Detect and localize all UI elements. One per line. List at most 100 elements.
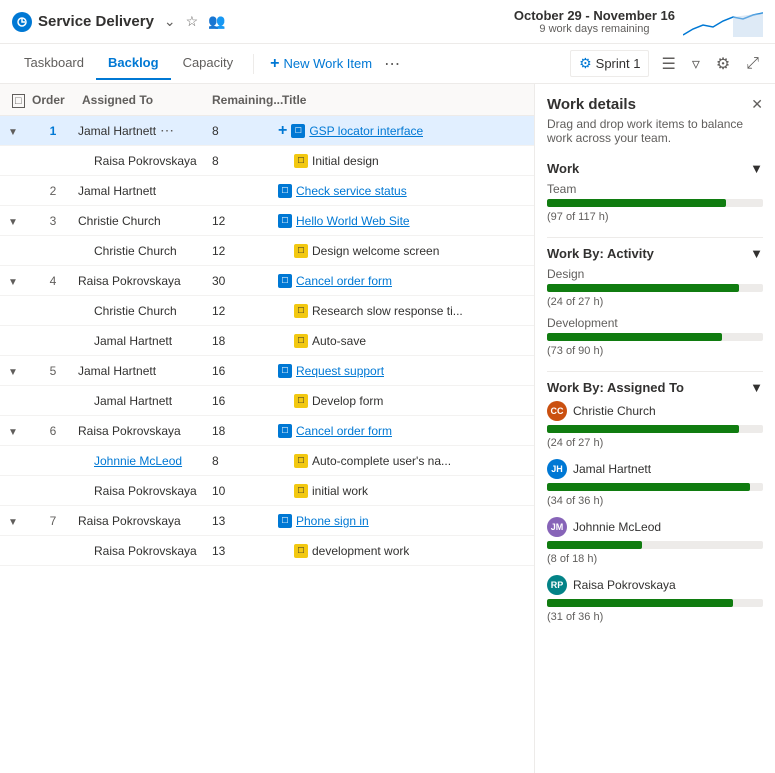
story-icon: ☐ [278, 184, 292, 198]
table-row[interactable]: ▼ 6 Raisa Pokrovskaya 18 ☐ Cancel order … [0, 416, 534, 446]
activity-section-label: Work By: Activity [547, 246, 654, 261]
tab-backlog[interactable]: Backlog [96, 47, 171, 80]
assigned-collapse-icon[interactable]: ▼ [750, 380, 763, 395]
tab-capacity[interactable]: Capacity [171, 47, 246, 80]
team-label: Team [547, 182, 763, 196]
table-row[interactable]: Christie Church 12 ☐ Design welcome scre… [0, 236, 534, 266]
table-row[interactable]: ▼ 1 Jamal Hartnett ⋯ 8 + ☐ GSP locator i… [0, 116, 534, 146]
header-checkbox[interactable]: □ [8, 93, 28, 107]
row-remaining-c3: 12 [208, 244, 278, 258]
tab-taskboard[interactable]: Taskboard [12, 47, 96, 80]
table-row[interactable]: Raisa Pokrovskaya 10 ☐ initial work [0, 476, 534, 506]
new-work-item-button[interactable]: + New Work Item [262, 51, 380, 77]
close-panel-button[interactable]: ✕ [751, 96, 763, 113]
row-expand-1[interactable]: ▼ [8, 123, 28, 138]
person-row-jh: JH Jamal Hartnett [547, 459, 763, 479]
chevron-down-icon[interactable]: ⌄ [164, 13, 176, 30]
assigned-section-header[interactable]: Work By: Assigned To ▼ [547, 380, 763, 395]
title-text-3[interactable]: Hello World Web Site [296, 214, 410, 228]
cc-progress-bar [547, 425, 763, 433]
row-title-c6b: ☐ initial work [278, 484, 526, 498]
activity-collapse-icon[interactable]: ▼ [750, 246, 763, 261]
row-expand-4[interactable]: ▼ [8, 273, 28, 288]
table-row[interactable]: ▼ 4 Raisa Pokrovskaya 30 ☐ Cancel order … [0, 266, 534, 296]
row-num-4: 4 [28, 274, 78, 288]
work-section-header[interactable]: Work ▼ [547, 161, 763, 176]
divider-2 [547, 371, 763, 372]
table-row[interactable]: Jamal Hartnett 18 ☐ Auto-save [0, 326, 534, 356]
title-text-5[interactable]: Request support [296, 364, 384, 378]
work-collapse-icon[interactable]: ▼ [750, 161, 763, 176]
title-text-2[interactable]: Check service status [296, 184, 407, 198]
assigned-section-label: Work By: Assigned To [547, 380, 684, 395]
table-row[interactable]: Johnnie McLeod 8 ☐ Auto-complete user's … [0, 446, 534, 476]
title-text-c1[interactable]: Initial design [312, 154, 379, 168]
title-text-c6b[interactable]: initial work [312, 484, 368, 498]
row-remaining-c4a: 12 [208, 304, 278, 318]
add-child-icon[interactable]: + [278, 122, 287, 140]
title-text-c6a[interactable]: Auto-complete user's na... [312, 454, 451, 468]
row-title-5: ☐ Request support [278, 364, 526, 378]
title-text-c4a[interactable]: Research slow response ti... [312, 304, 463, 318]
backlog-table: □ Order Assigned To Remaining... Title ▼… [0, 84, 535, 773]
title-text-7[interactable]: Phone sign in [296, 514, 369, 528]
development-progress-bar [547, 333, 763, 341]
row-expand-5[interactable]: ▼ [8, 363, 28, 378]
rp-progress-fill [547, 599, 733, 607]
person-rp: RP Raisa Pokrovskaya (31 of 36 h) [547, 575, 763, 623]
table-row[interactable]: Christie Church 12 ☐ Research slow respo… [0, 296, 534, 326]
row-assigned-c6a[interactable]: Johnnie McLeod [78, 454, 208, 468]
work-by-assigned-section: Work By: Assigned To ▼ CC Christie Churc… [547, 380, 763, 623]
table-row[interactable]: Raisa Pokrovskaya 13 ☐ development work [0, 536, 534, 566]
table-row[interactable]: ▼ 5 Jamal Hartnett 16 ☐ Request support [0, 356, 534, 386]
row-remaining-c7: 13 [208, 544, 278, 558]
task-icon: ☐ [294, 484, 308, 498]
title-text-4[interactable]: Cancel order form [296, 274, 392, 288]
title-text-6[interactable]: Cancel order form [296, 424, 392, 438]
person-name-jh: Jamal Hartnett [573, 462, 651, 476]
jh-progress-bar [547, 483, 763, 491]
table-row[interactable]: ▼ 3 Christie Church 12 ☐ Hello World Web… [0, 206, 534, 236]
rp-progress-text: (31 of 36 h) [547, 611, 763, 623]
nav-divider [253, 54, 254, 74]
jm-progress-fill [547, 541, 642, 549]
person-jm: JM Johnnie McLeod (8 of 18 h) [547, 517, 763, 565]
team-icon[interactable]: 👥 [208, 13, 225, 30]
title-text-c7[interactable]: development work [312, 544, 409, 558]
row-title-c5: ☐ Develop form [278, 394, 526, 408]
development-progress-text: (73 of 90 h) [547, 345, 763, 357]
settings-icon[interactable]: ⚙ [712, 50, 734, 78]
avatar-jh: JH [547, 459, 567, 479]
row-more-1[interactable]: ⋯ [160, 122, 174, 139]
row-assigned-c5: Jamal Hartnett [78, 394, 208, 408]
story-icon: ☐ [278, 514, 292, 528]
sprint-selector[interactable]: ⚙ Sprint 1 [570, 50, 649, 77]
team-progress-text: (97 of 117 h) [547, 211, 763, 223]
title-text-1[interactable]: GSP locator interface [309, 124, 423, 138]
expand-icon[interactable]: ⤢ [742, 51, 763, 77]
activity-section-header[interactable]: Work By: Activity ▼ [547, 246, 763, 261]
project-title: Service Delivery [38, 13, 154, 30]
panel-title: Work details [547, 96, 636, 113]
title-text-c4b[interactable]: Auto-save [312, 334, 366, 348]
plus-icon: + [270, 55, 279, 73]
table-row[interactable]: 2 Jamal Hartnett ☐ Check service status [0, 176, 534, 206]
title-text-c3[interactable]: Design welcome screen [312, 244, 439, 258]
development-label: Development [547, 316, 763, 330]
more-options-icon[interactable]: ⋯ [380, 50, 404, 78]
table-row[interactable]: Raisa Pokrovskaya 8 ☐ Initial design [0, 146, 534, 176]
filter-icon[interactable]: ▿ [688, 50, 704, 78]
work-section: Work ▼ Team (97 of 117 h) [547, 161, 763, 223]
title-text-c5[interactable]: Develop form [312, 394, 383, 408]
row-assigned-5: Jamal Hartnett [78, 364, 208, 378]
row-expand-6[interactable]: ▼ [8, 423, 28, 438]
sprint-label: Sprint 1 [596, 56, 641, 71]
star-icon[interactable]: ☆ [186, 13, 199, 30]
table-row[interactable]: ▼ 7 Raisa Pokrovskaya 13 ☐ Phone sign in [0, 506, 534, 536]
row-remaining-5: 16 [208, 364, 278, 378]
row-remaining-c6b: 10 [208, 484, 278, 498]
view-options-icon[interactable]: ☰ [657, 50, 679, 78]
row-expand-3[interactable]: ▼ [8, 213, 28, 228]
table-row[interactable]: Jamal Hartnett 16 ☐ Develop form [0, 386, 534, 416]
row-expand-7[interactable]: ▼ [8, 513, 28, 528]
